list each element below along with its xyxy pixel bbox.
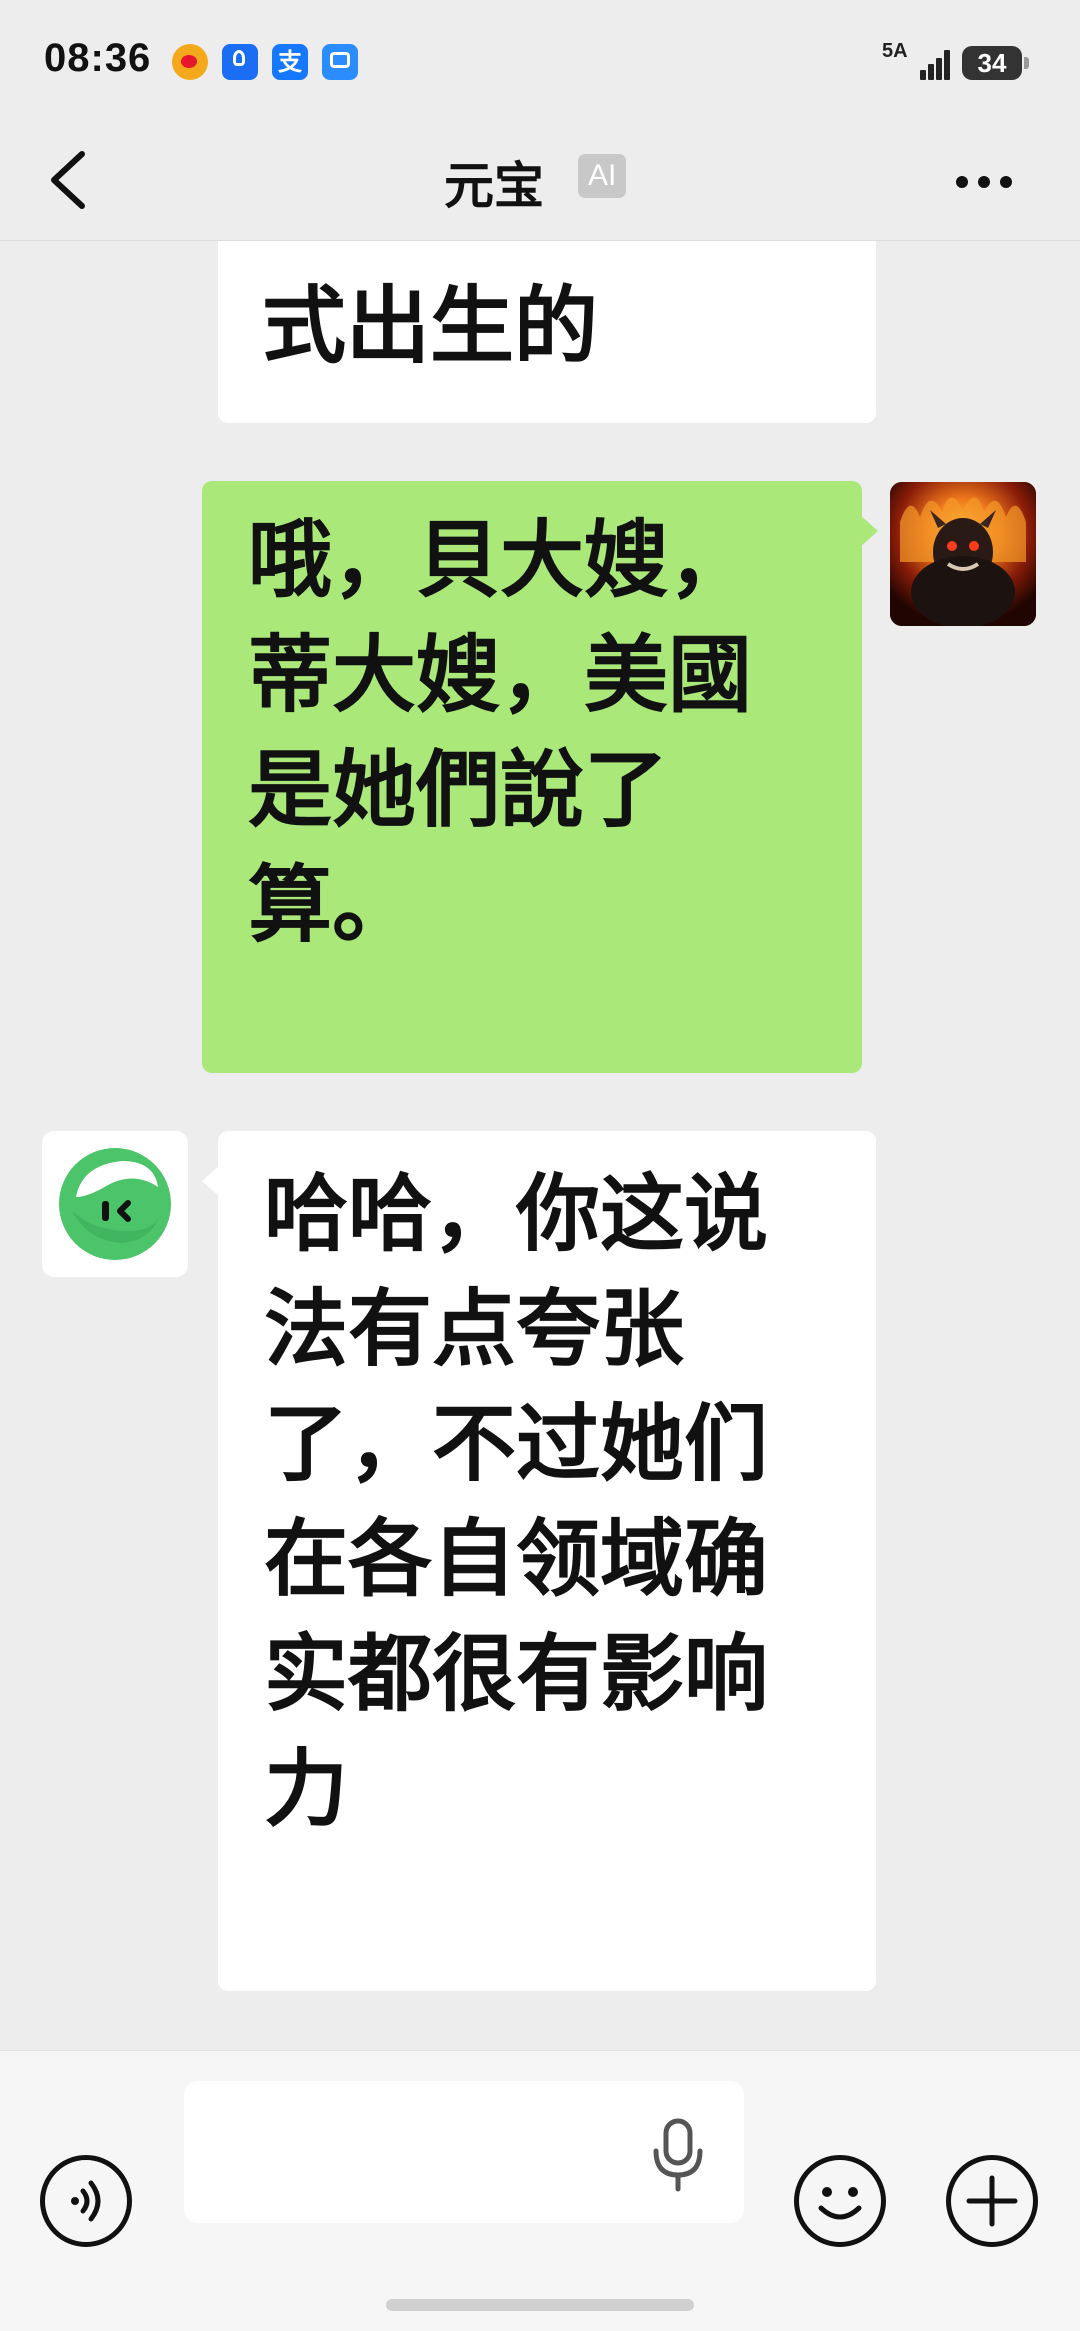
message-text: 哈哈，你这说法有点夸张了，不过她们在各自领域确实都很有影响力	[264, 1165, 769, 1838]
emoji-button[interactable]	[794, 2155, 886, 2247]
microphone-icon	[653, 2118, 703, 2192]
network-label: 5A	[882, 40, 908, 62]
message-text: 式出生的	[262, 277, 599, 375]
yuanbao-logo-icon	[59, 1148, 171, 1260]
back-button[interactable]	[40, 142, 110, 218]
user-avatar[interactable]	[890, 482, 1036, 626]
input-bar	[0, 2050, 1080, 2331]
demon-avatar-icon	[890, 482, 1036, 626]
chat-header: 元宝 AI	[0, 120, 1080, 241]
status-time: 08:36	[44, 36, 152, 80]
chat-title: 元宝	[444, 157, 544, 215]
voice-icon	[71, 2180, 101, 2222]
app-icon	[322, 44, 358, 80]
message-list[interactable]: 式出生的 哦，貝大嫂，蒂大嫂，美國是她們說了算。 哈哈，你这说法有点夸张了，不过…	[0, 241, 1080, 2050]
user-message-bubble[interactable]: 哦，貝大嫂，蒂大嫂，美國是她們說了算。	[202, 481, 878, 1073]
signal-icon	[906, 48, 950, 80]
alipay-icon: 支	[272, 44, 308, 80]
message-text: 哦，貝大嫂，蒂大嫂，美國是她們說了算。	[248, 511, 753, 954]
microphone-button[interactable]	[650, 2117, 706, 2193]
emoji-icon	[818, 2187, 862, 2220]
plus-icon	[966, 2175, 1018, 2227]
battery-icon: 34	[962, 46, 1029, 80]
ai-avatar[interactable]	[42, 1131, 188, 1277]
status-bar: 08:36 支 5A 34	[0, 0, 1080, 120]
ai-message-bubble[interactable]: 哈哈，你这说法有点夸张了，不过她们在各自领域确实都很有影响力	[202, 1131, 876, 1991]
ai-badge: AI	[578, 154, 627, 198]
weibo-icon	[172, 44, 208, 80]
chevron-left-icon	[51, 151, 85, 209]
ai-message-bubble[interactable]: 式出生的	[218, 241, 876, 423]
more-button[interactable]	[944, 158, 1024, 208]
home-indicator[interactable]	[386, 2299, 694, 2311]
voice-button[interactable]	[40, 2155, 132, 2247]
more-dots-icon	[956, 176, 968, 188]
bulb-icon	[222, 44, 258, 80]
more-actions-button[interactable]	[946, 2155, 1038, 2247]
